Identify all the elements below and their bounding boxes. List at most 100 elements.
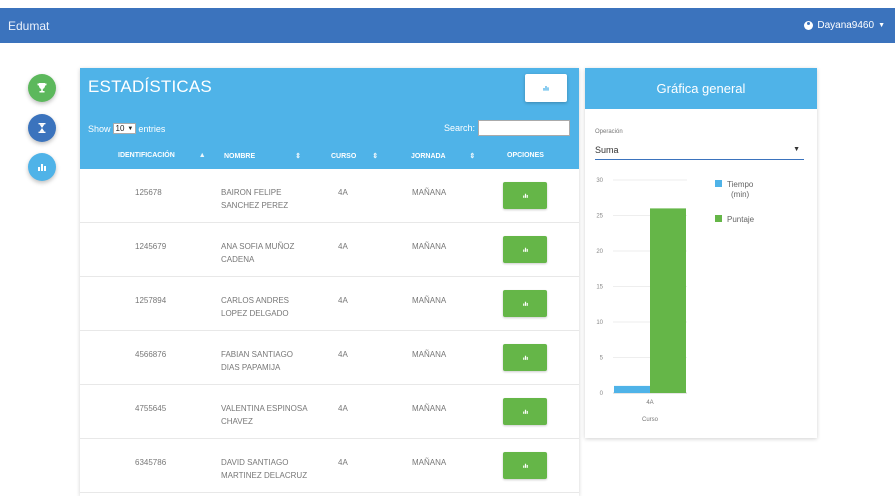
- table-row: 4755645 VALENTINA ESPINOSA CHAVEZ 4A MAÑA…: [80, 385, 579, 439]
- sort-icon: ▲: [198, 152, 206, 159]
- view-stats-button[interactable]: [503, 182, 547, 209]
- panel-title: ESTADÍSTICAS: [88, 77, 212, 96]
- col-label: IDENTIFICACIÓN: [118, 152, 175, 159]
- cell-curso: 4A: [338, 350, 348, 359]
- view-stats-button[interactable]: [503, 398, 547, 425]
- view-stats-button[interactable]: [503, 290, 547, 317]
- y-tick-label: 0: [600, 391, 604, 397]
- col-curso[interactable]: CURSO ⇕: [331, 152, 378, 160]
- show-label: Show: [88, 123, 111, 134]
- caret-down-icon: ▼: [127, 125, 134, 132]
- name-line: CADENA: [221, 255, 255, 264]
- col-jornada[interactable]: JORNADA ⇕: [411, 152, 475, 160]
- sort-icon: ⇕: [372, 153, 379, 160]
- entries-value: 10: [115, 124, 125, 133]
- cell-name: ANA SOFIA MUÑOZ CADENA: [221, 240, 294, 266]
- cell-curso: 4A: [338, 188, 348, 197]
- cell-id: 6345786: [135, 458, 167, 467]
- export-chart-button[interactable]: [525, 74, 567, 102]
- entries-label: entries: [138, 123, 166, 134]
- cell-curso: 4A: [338, 242, 348, 251]
- trophy-button[interactable]: [28, 74, 56, 102]
- name-line: DIAS PAPAMIJA: [221, 363, 281, 372]
- table-row: 4566876 FABIAN SANTIAGO DIAS PAPAMIJA 4A …: [80, 331, 579, 385]
- col-opciones: OPCIONES: [507, 152, 544, 159]
- cell-curso: 4A: [338, 458, 348, 467]
- operation-select[interactable]: Suma ▼: [595, 140, 804, 160]
- bar-chart: 0 5 10 15 20 25 30 4A Curso Tiempo (min) Puntaje: [596, 178, 755, 423]
- y-tick-label: 15: [596, 285, 603, 291]
- entries-select[interactable]: 10 ▼: [112, 123, 137, 134]
- navbar: Edumat Dayana9460 ▼: [0, 8, 895, 43]
- name-line: SANCHEZ PEREZ: [221, 201, 289, 210]
- view-stats-button[interactable]: [503, 452, 547, 479]
- sort-icon: ⇕: [469, 153, 476, 160]
- cell-id: 4755645: [135, 404, 167, 413]
- y-tick-label: 25: [596, 214, 603, 220]
- col-label: JORNADA: [411, 153, 446, 160]
- caret-down-icon: ▼: [793, 146, 800, 153]
- legend-label: Tiempo (min): [727, 180, 754, 199]
- bar-chart-icon: [522, 409, 528, 414]
- col-identificacion[interactable]: IDENTIFICACIÓN ▲: [118, 152, 206, 159]
- name-line: VALENTINA ESPINOSA: [221, 404, 308, 413]
- y-tick-label: 20: [596, 249, 603, 255]
- col-label: CURSO: [331, 153, 357, 160]
- name-line: LOPEZ DELGADO: [221, 309, 289, 318]
- user-menu[interactable]: Dayana9460 ▼: [804, 20, 885, 31]
- hourglass-button[interactable]: [28, 114, 56, 142]
- bar-chart-icon: [38, 164, 46, 171]
- legend-swatch: [715, 180, 722, 187]
- x-tick-label: 4A: [646, 400, 653, 406]
- search-input[interactable]: [478, 120, 570, 136]
- cell-name: VALENTINA ESPINOSA CHAVEZ: [221, 402, 308, 428]
- name-line: CHAVEZ: [221, 417, 253, 426]
- cell-id: 4566876: [135, 350, 167, 359]
- col-nombre[interactable]: NOMBRE ⇕: [224, 152, 301, 160]
- cell-jornada: MAÑANA: [412, 350, 447, 359]
- bar-puntaje: [650, 208, 686, 393]
- bar-chart-icon: [522, 463, 528, 468]
- table-row: 125678 BAIRON FELIPE SANCHEZ PEREZ 4A MAÑ…: [80, 169, 579, 223]
- operation-value: Suma: [595, 144, 619, 155]
- cell-jornada: MAÑANA: [412, 296, 447, 305]
- bar-tiempo: [614, 385, 650, 393]
- cell-name: CARLOS ANDRES LOPEZ DELGADO: [221, 294, 289, 320]
- show-entries: Show 10 ▼ entries: [88, 123, 165, 134]
- name-line: BAIRON FELIPE: [221, 188, 282, 197]
- col-label: NOMBRE: [224, 153, 256, 160]
- table-row: 1245679 ANA SOFIA MUÑOZ CADENA 4A MAÑANA: [80, 223, 579, 277]
- username: Dayana9460: [817, 20, 875, 31]
- name-line: DAVID SANTIAGO: [221, 458, 289, 467]
- cell-id: 125678: [135, 188, 162, 197]
- cell-curso: 4A: [338, 296, 348, 305]
- sort-icon: ⇕: [295, 153, 301, 160]
- bar-chart-icon: [522, 301, 528, 306]
- statistics-panel: ESTADÍSTICAS Show 10 ▼ entries Search: I…: [80, 68, 579, 496]
- search-label: Search:: [443, 123, 475, 133]
- search: Search:: [444, 120, 570, 136]
- cell-jornada: MAÑANA: [412, 242, 447, 251]
- bar-chart-icon: [522, 355, 528, 360]
- user-icon: [804, 21, 814, 30]
- table-row: 1257894 CARLOS ANDRES LOPEZ DELGADO 4A MA…: [80, 277, 579, 331]
- cell-id: 1257894: [135, 296, 167, 305]
- y-tick-label: 5: [600, 356, 604, 362]
- brand-title[interactable]: Edumat: [8, 19, 49, 33]
- y-tick-label: 10: [596, 320, 603, 326]
- name-line: ANA SOFIA MUÑOZ: [221, 242, 295, 251]
- cell-id: 1245679: [135, 242, 167, 251]
- y-tick-label: 30: [596, 178, 603, 184]
- name-line: CARLOS ANDRES: [221, 296, 290, 305]
- cell-name: BAIRON FELIPE SANCHEZ PEREZ: [221, 186, 288, 212]
- view-stats-button[interactable]: [503, 236, 547, 263]
- bar-chart-icon: [522, 247, 528, 252]
- cell-jornada: MAÑANA: [412, 188, 447, 197]
- name-line: MARTINEZ DELACRUZ: [221, 471, 308, 480]
- legend-label: Puntaje: [727, 215, 755, 224]
- bar-chart-button[interactable]: [28, 153, 56, 181]
- cell-jornada: MAÑANA: [412, 404, 447, 413]
- view-stats-button[interactable]: [503, 344, 547, 371]
- operation-label: Operación: [595, 129, 623, 135]
- bar-chart-icon: [543, 86, 549, 91]
